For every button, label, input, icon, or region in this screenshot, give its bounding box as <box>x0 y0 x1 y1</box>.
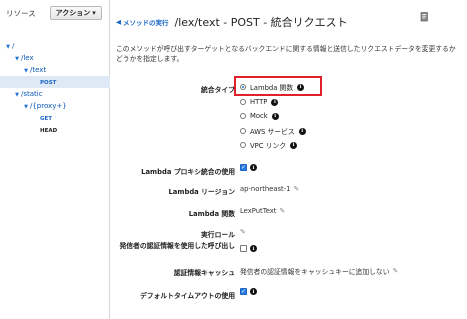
default-timeout-checkbox[interactable]: ✓ <box>240 288 247 295</box>
info-icon[interactable]: i <box>290 141 298 149</box>
edit-pencil-icon[interactable]: ✎ <box>393 267 399 275</box>
actions-dropdown-button[interactable]: アクション ▾ <box>49 6 102 20</box>
back-to-method-execution-link[interactable]: ◀ メソッドの実行 <box>116 17 169 27</box>
sidebar-header: リソース アクション ▾ <box>0 0 109 26</box>
caret-down-icon: ▾ <box>92 9 96 17</box>
integration-type-label: 統合タイプ <box>201 86 235 94</box>
lambda-region-label: Lambda リージョン <box>168 188 235 196</box>
arrow-left-icon: ◀ <box>116 18 121 26</box>
tree-item-text[interactable]: ▼/text <box>0 64 110 76</box>
lambda-function-field: LexPutText ✎ <box>240 207 285 215</box>
annotation-highlight-box <box>234 76 322 96</box>
default-timeout-label: デフォルトタイムアウトの使用 <box>139 292 235 300</box>
actions-label: アクション <box>55 9 91 17</box>
execution-role-label: 実行ロール <box>201 231 235 239</box>
radio-http[interactable]: HTTP i <box>240 98 279 106</box>
info-icon[interactable]: i <box>271 112 279 120</box>
execution-role-field: ✎ <box>240 228 246 236</box>
resources-sidebar: リソース アクション ▾ ▼ / ▼/lex ▼/text POST ▼/stat… <box>0 0 110 319</box>
page-title: /lex/text - POST - 統合リクエスト <box>174 16 348 29</box>
tree-item-lex[interactable]: ▼/lex <box>0 52 110 64</box>
lambda-proxy-label: Lambda プロキシ統合の使用 <box>141 168 235 176</box>
lambda-function-label: Lambda 関数 <box>188 210 235 218</box>
edit-pencil-icon[interactable]: ✎ <box>279 207 285 215</box>
resource-tree: ▼ / ▼/lex ▼/text POST ▼/static ▼/{proxy+}… <box>0 40 110 136</box>
page-description: このメソッドが呼び出すターゲットとなるバックエンドに関する情報と送信したリクエス… <box>116 45 456 63</box>
tree-item-static[interactable]: ▼/static <box>0 88 110 100</box>
credentials-cache-field: 発信者の認証情報をキャッシュキーに追加しない ✎ <box>240 266 398 276</box>
radio-aws-service[interactable]: AWS サービス i <box>240 126 306 136</box>
info-icon[interactable]: i <box>271 98 279 106</box>
lambda-region-field: ap-northeast-1 ✎ <box>240 185 299 193</box>
radio-vpc-link[interactable]: VPC リンク i <box>240 140 298 150</box>
caller-credentials-label: 発信者の認証情報を使用した呼び出し <box>119 242 235 250</box>
info-icon[interactable]: i <box>250 245 257 252</box>
tree-item-post[interactable]: POST <box>0 76 110 88</box>
tree-item-proxy[interactable]: ▼/{proxy+} <box>0 100 110 112</box>
sidebar-title: リソース <box>6 8 36 18</box>
lambda-proxy-field: ✓ i <box>240 164 257 171</box>
radio-button[interactable] <box>240 128 246 134</box>
lambda-region-value: ap-northeast-1 <box>240 185 291 193</box>
radio-mock[interactable]: Mock i <box>240 112 279 120</box>
info-icon[interactable]: i <box>250 164 257 171</box>
tree-item-root[interactable]: ▼ / <box>0 40 110 52</box>
edit-pencil-icon[interactable]: ✎ <box>240 228 246 236</box>
default-timeout-field: ✓ i <box>240 288 257 295</box>
tree-item-head[interactable]: HEAD <box>0 124 110 136</box>
info-icon[interactable]: i <box>250 288 257 295</box>
caller-credentials-field: i <box>240 245 257 252</box>
edit-pencil-icon[interactable]: ✎ <box>294 185 300 193</box>
radio-button[interactable] <box>240 99 246 105</box>
credentials-cache-value: 発信者の認証情報をキャッシュキーに追加しない <box>240 268 390 276</box>
info-icon[interactable]: i <box>298 127 306 135</box>
documentation-icon[interactable] <box>420 12 429 22</box>
tree-item-get[interactable]: GET <box>0 112 110 124</box>
page-header: ◀ メソッドの実行 /lex/text - POST - 統合リクエスト <box>116 12 348 32</box>
caller-credentials-checkbox[interactable] <box>240 245 247 252</box>
lambda-function-value: LexPutText <box>240 207 277 215</box>
radio-button[interactable] <box>240 113 246 119</box>
radio-button[interactable] <box>240 142 246 148</box>
credentials-cache-label: 認証情報キャッシュ <box>173 269 235 277</box>
lambda-proxy-checkbox[interactable]: ✓ <box>240 164 247 171</box>
